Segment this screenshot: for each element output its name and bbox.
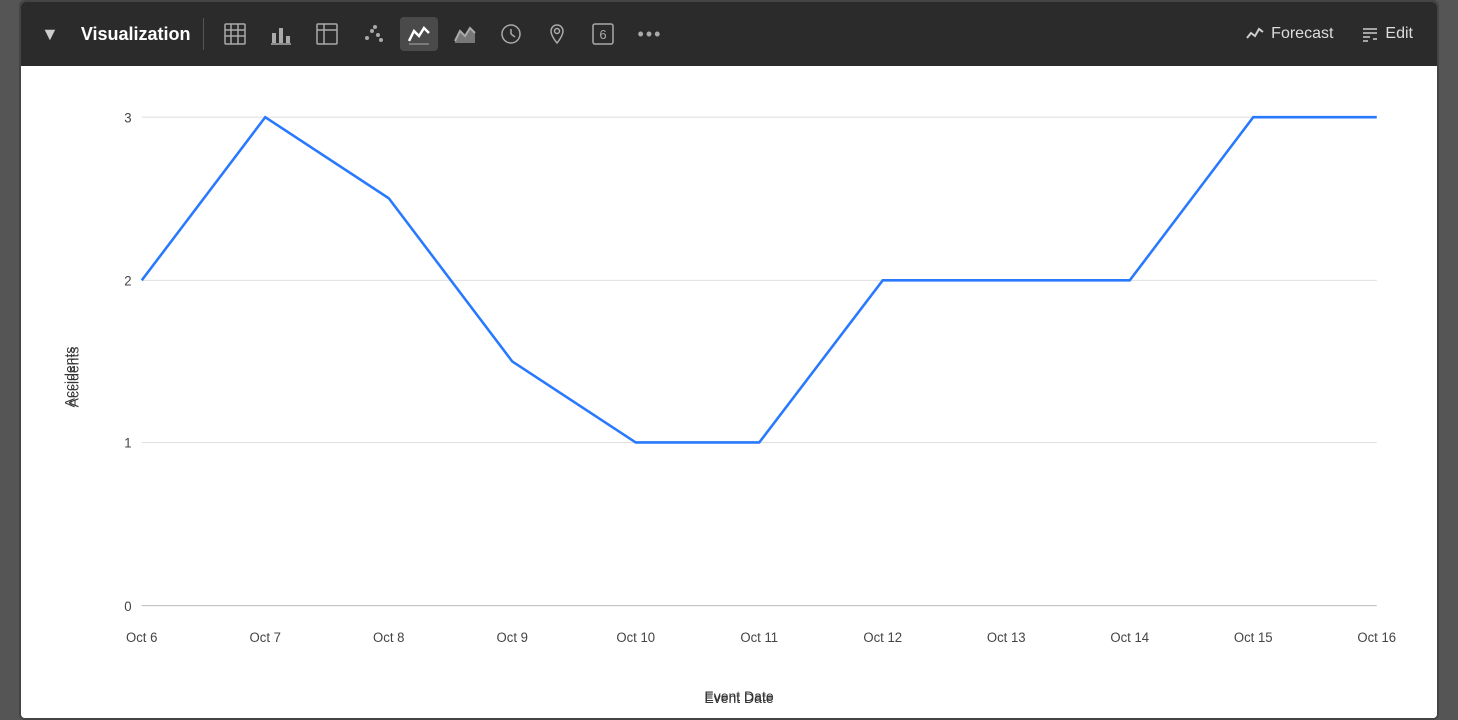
visualization-panel: ▼ Visualization	[19, 0, 1439, 720]
x-label-oct12: Oct 12	[863, 630, 902, 645]
y-tick-3: 3	[124, 110, 131, 125]
bar-chart-icon	[270, 23, 292, 45]
map-icon-button[interactable]	[538, 17, 576, 51]
svg-text:6: 6	[599, 27, 606, 42]
y-axis-label-display: Accidents	[65, 347, 81, 408]
panel-title: Visualization	[81, 24, 191, 45]
x-label-oct6: Oct 6	[126, 630, 157, 645]
toolbar-separator-1	[203, 18, 204, 50]
x-label-oct7: Oct 7	[250, 630, 281, 645]
x-label-oct14: Oct 14	[1110, 630, 1149, 645]
collapse-button[interactable]: ▼	[33, 18, 67, 51]
x-label-oct8: Oct 8	[373, 630, 404, 645]
chart-svg: 0 1 2 3 Oct 6 Oct 7 Oct 8 Oct 9 Oct 10 O…	[81, 86, 1397, 668]
clock-icon	[500, 23, 522, 45]
table-icon-button[interactable]	[216, 17, 254, 51]
x-label-oct16: Oct 16	[1357, 630, 1396, 645]
edit-icon	[1361, 25, 1379, 43]
area-chart-icon-button[interactable]	[446, 17, 484, 51]
more-button[interactable]: •••	[630, 18, 671, 51]
edit-label: Edit	[1385, 25, 1413, 43]
more-icon: •••	[638, 24, 663, 45]
pivot-icon-button[interactable]	[308, 17, 346, 51]
forecast-button[interactable]: Forecast	[1233, 18, 1345, 50]
x-label-oct13: Oct 13	[987, 630, 1026, 645]
bar-chart-icon-button[interactable]	[262, 17, 300, 51]
y-tick-1: 1	[124, 436, 131, 451]
scatter-icon	[362, 23, 384, 45]
line-chart-icon	[408, 23, 430, 45]
x-label-oct15: Oct 15	[1234, 630, 1273, 645]
time-icon-button[interactable]	[492, 17, 530, 51]
x-axis-label-display: Event Date	[704, 688, 773, 704]
number-icon-button[interactable]: 6	[584, 17, 622, 51]
x-label-oct10: Oct 10	[616, 630, 655, 645]
pivot-icon	[316, 23, 338, 45]
pin-icon	[546, 23, 568, 45]
x-label-oct9: Oct 9	[497, 630, 528, 645]
table-icon	[224, 23, 246, 45]
area-chart-icon	[454, 23, 476, 45]
y-tick-2: 2	[124, 273, 131, 288]
toolbar: ▼ Visualization	[21, 2, 1437, 66]
forecast-label: Forecast	[1271, 25, 1333, 43]
line-chart-icon-button[interactable]	[400, 17, 438, 51]
toolbar-right: Forecast Edit	[1233, 18, 1425, 50]
toolbar-left: ▼ Visualization	[33, 17, 1229, 51]
edit-button[interactable]: Edit	[1349, 19, 1425, 49]
y-tick-0: 0	[124, 599, 131, 614]
number-icon: 6	[592, 23, 614, 45]
chart-area: Accidents Event Date 0 1 2 3	[21, 66, 1437, 718]
scatter-icon-button[interactable]	[354, 17, 392, 51]
x-label-oct11: Oct 11	[740, 630, 778, 645]
chart-container: Accidents Event Date 0 1 2 3	[81, 86, 1397, 668]
forecast-icon	[1245, 24, 1265, 44]
collapse-icon: ▼	[41, 24, 59, 45]
